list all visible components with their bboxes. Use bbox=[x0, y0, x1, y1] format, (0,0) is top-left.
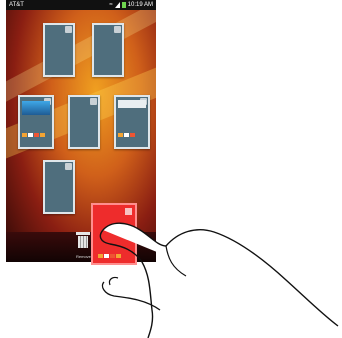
hand-pointer-icon bbox=[99, 222, 339, 338]
